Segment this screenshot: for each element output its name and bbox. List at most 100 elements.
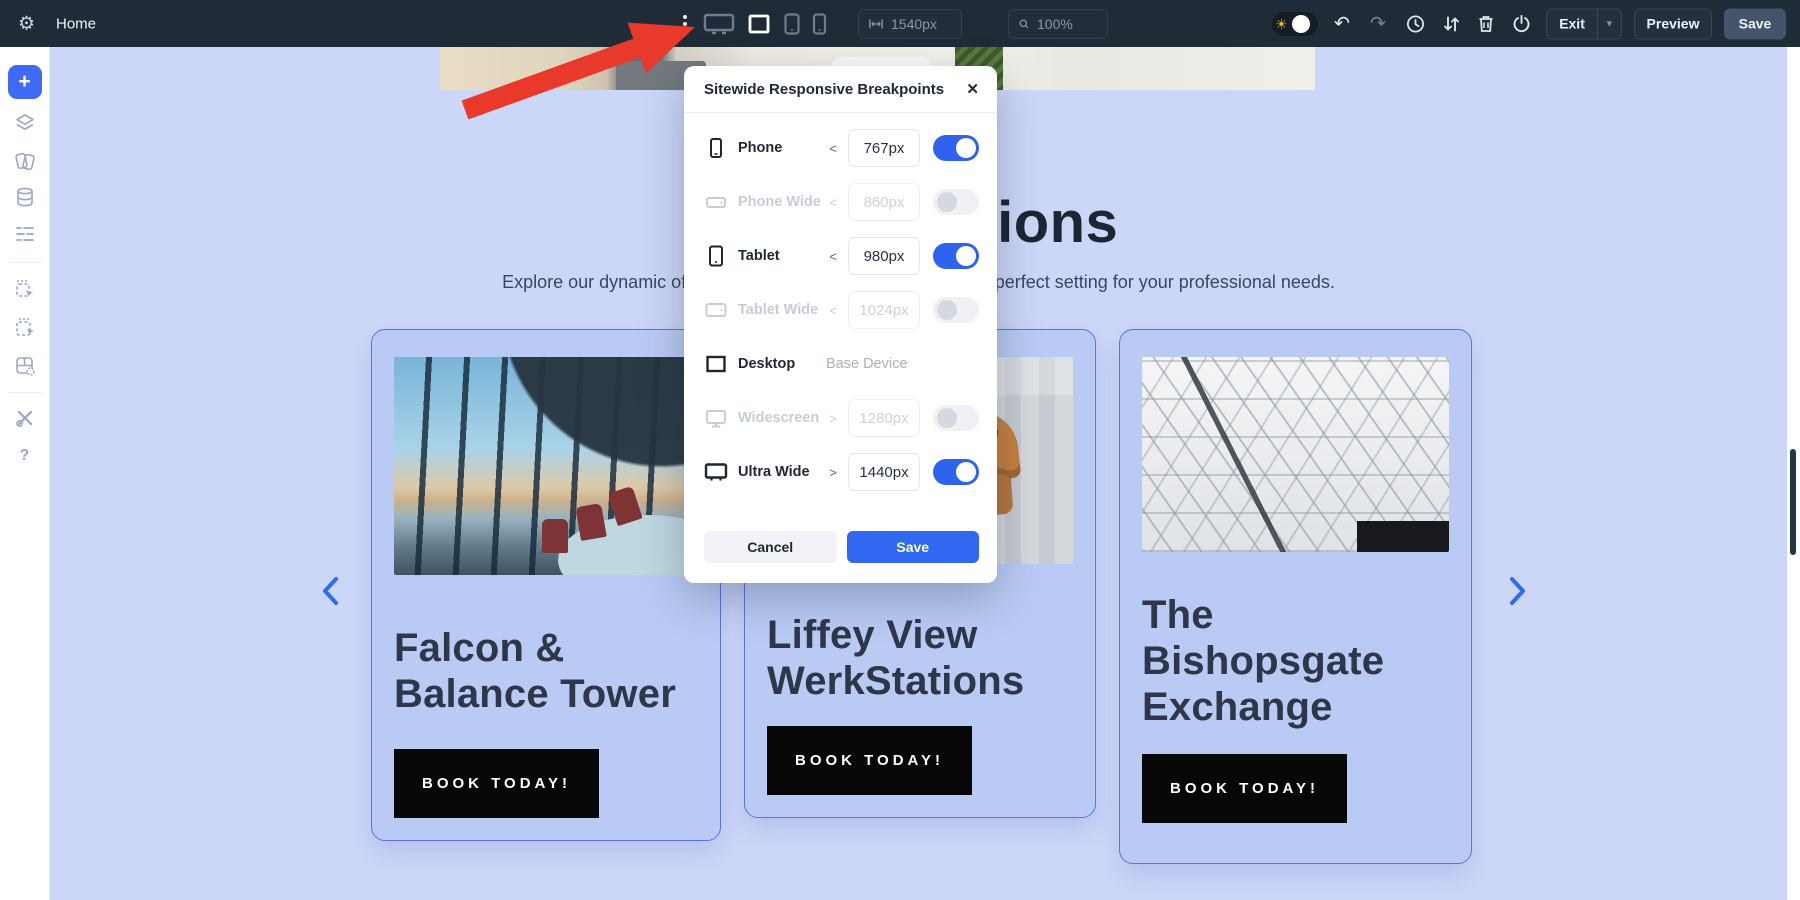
zoom-input[interactable]	[1037, 16, 1097, 32]
breakpoint-value-input[interactable]	[848, 453, 920, 491]
editor-window: ⚙ Home	[0, 0, 1800, 900]
toggle-knob	[1292, 15, 1310, 33]
desktop-icon	[704, 352, 730, 376]
location-card[interactable]: The Bishopsgate Exchange BOOK TODAY!	[1119, 329, 1472, 864]
close-icon[interactable]: ✕	[966, 80, 979, 98]
width-arrows-icon	[869, 18, 883, 30]
modal-footer: Cancel Save	[684, 531, 997, 583]
widescreen-toggle[interactable]	[933, 405, 979, 431]
desktop-icon	[747, 12, 771, 36]
breakpoint-row-phone: Phone <	[704, 121, 979, 175]
breakpoint-row-desktop: Desktop Base Device	[704, 337, 979, 391]
card-image-tower	[394, 357, 698, 575]
breakpoint-value-input[interactable]	[848, 237, 920, 275]
desktop-view-button[interactable]	[747, 12, 771, 36]
kebab-menu-icon[interactable]	[679, 11, 691, 37]
editor-sidebar: + ?	[0, 47, 50, 900]
breakpoint-value-input[interactable]	[848, 129, 920, 167]
widescreen-view-button[interactable]	[702, 11, 736, 37]
chair-shape	[542, 519, 568, 553]
modal-body: Phone < Phone Wide < Tablet <	[684, 113, 997, 499]
phone-wide-icon	[704, 190, 730, 214]
ultra-wide-icon	[704, 460, 730, 484]
select-section-icon[interactable]	[14, 316, 36, 338]
list-menu-icon[interactable]	[14, 223, 36, 245]
cancel-button[interactable]: Cancel	[704, 531, 837, 563]
phone-toggle[interactable]	[933, 135, 979, 161]
scrollbar-track	[1787, 47, 1800, 900]
card-title: The Bishopsgate Exchange	[1142, 592, 1449, 730]
layout-settings-icon[interactable]	[14, 355, 36, 377]
add-plus-button[interactable]: +	[8, 65, 42, 99]
breakpoint-row-ultra-wide: Ultra Wide >	[704, 445, 979, 499]
save-label: Save	[1739, 16, 1772, 32]
scrollbar-thumb[interactable]	[1790, 449, 1796, 555]
design-palette-icon[interactable]	[14, 150, 36, 172]
page-name: Home	[56, 15, 96, 32]
preview-button[interactable]: Preview	[1634, 8, 1712, 39]
modal-save-button[interactable]: Save	[847, 531, 980, 563]
carousel-prev-button[interactable]	[316, 571, 346, 611]
breakpoint-value-input[interactable]	[848, 291, 920, 329]
tablet-icon	[704, 244, 730, 268]
power-icon[interactable]	[1512, 14, 1531, 33]
save-button[interactable]: Save	[1724, 8, 1786, 39]
exit-button[interactable]: Exit ▼	[1546, 8, 1622, 39]
breakpoint-value-input[interactable]	[848, 399, 920, 437]
chevron-right-icon	[1502, 571, 1532, 611]
book-today-button[interactable]: BOOK TODAY!	[394, 749, 599, 818]
history-clock-icon[interactable]	[1406, 14, 1425, 33]
modal-header: Sitewide Responsive Breakpoints ✕	[684, 66, 997, 113]
sidebar-divider	[9, 262, 41, 263]
sort-arrows-icon[interactable]	[1442, 14, 1460, 33]
breakpoint-row-phone-wide: Phone Wide <	[704, 175, 979, 229]
help-question-icon[interactable]: ?	[20, 447, 30, 465]
widescreen-icon	[702, 11, 736, 37]
chair-shape	[575, 503, 607, 541]
tablet-view-button[interactable]	[783, 12, 801, 36]
select-element-icon[interactable]	[14, 278, 36, 300]
undo-icon[interactable]: ↶	[1334, 12, 1350, 35]
exit-caret-icon[interactable]: ▼	[1597, 9, 1621, 38]
theme-toggle[interactable]: ☀	[1272, 12, 1318, 36]
base-device-label: Base Device	[826, 356, 979, 372]
magnifier-icon	[1019, 17, 1029, 31]
settings-gear-icon[interactable]: ⚙	[18, 12, 35, 35]
trash-icon[interactable]	[1477, 14, 1495, 33]
phone-icon	[812, 12, 827, 36]
carousel-next-button[interactable]	[1502, 571, 1532, 611]
tablet-toggle[interactable]	[933, 243, 979, 269]
book-today-button[interactable]: BOOK TODAY!	[767, 726, 972, 795]
width-input[interactable]	[891, 16, 951, 32]
modal-title: Sitewide Responsive Breakpoints	[704, 81, 944, 98]
tools-wrench-icon[interactable]	[14, 407, 36, 429]
preview-label: Preview	[1647, 16, 1700, 32]
sun-icon: ☀	[1275, 17, 1288, 31]
breakpoint-row-tablet-wide: Tablet Wide <	[704, 283, 979, 337]
zoom-field[interactable]	[1008, 9, 1108, 39]
exit-label: Exit	[1547, 16, 1597, 32]
chevron-left-icon	[316, 571, 346, 611]
breakpoint-row-widescreen: Widescreen >	[704, 391, 979, 445]
ultra-wide-toggle[interactable]	[933, 459, 979, 485]
location-card[interactable]: Falcon & Balance Tower BOOK TODAY!	[371, 329, 721, 841]
redo-icon[interactable]: ↷	[1370, 12, 1386, 35]
tablet-icon	[783, 12, 801, 36]
database-icon[interactable]	[14, 186, 36, 208]
breakpoint-value-input[interactable]	[848, 183, 920, 221]
canvas-width-field[interactable]	[858, 9, 962, 39]
phone-icon	[704, 136, 730, 160]
card-title: Falcon & Balance Tower	[394, 625, 698, 717]
dark-corner-shape	[1357, 521, 1449, 552]
breakpoints-modal: Sitewide Responsive Breakpoints ✕ Phone …	[684, 66, 997, 583]
tablet-wide-toggle[interactable]	[933, 297, 979, 323]
book-today-button[interactable]: BOOK TODAY!	[1142, 754, 1347, 823]
breakpoint-row-tablet: Tablet <	[704, 229, 979, 283]
phone-wide-toggle[interactable]	[933, 189, 979, 215]
tablet-wide-icon	[704, 298, 730, 322]
phone-view-button[interactable]	[812, 12, 827, 36]
sidebar-divider	[9, 392, 41, 393]
card-title: Liffey View WerkStations	[767, 612, 1073, 704]
editor-topbar: ⚙ Home	[0, 0, 1800, 47]
layers-icon[interactable]	[14, 112, 36, 134]
